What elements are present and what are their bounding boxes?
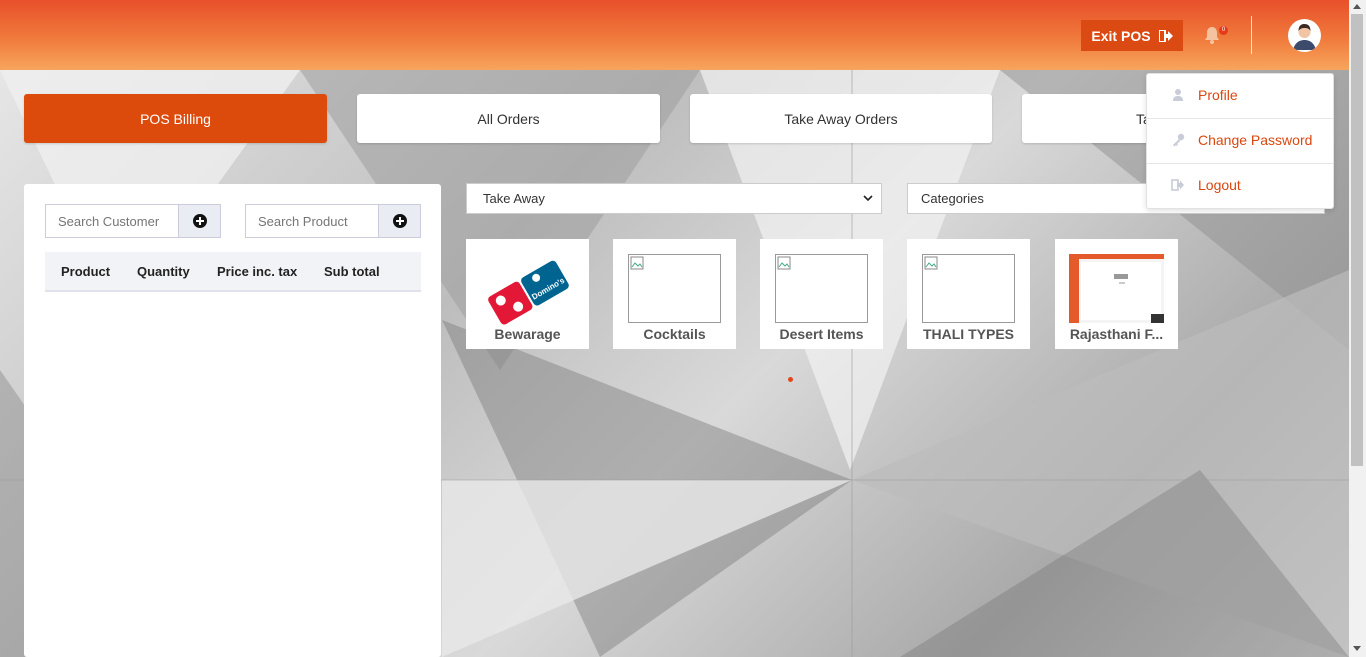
- key-icon: [1173, 133, 1185, 147]
- order-type-select[interactable]: Take Away: [466, 183, 882, 214]
- product-search-input[interactable]: [246, 205, 378, 237]
- user-dropdown-menu: Profile Change Password Logout: [1146, 73, 1334, 209]
- category-image: Domino's: [481, 254, 574, 327]
- add-product-button[interactable]: [378, 205, 420, 237]
- order-type-value: Take Away: [483, 191, 545, 206]
- tab-pos-billing[interactable]: POS Billing: [24, 94, 327, 143]
- header-divider: [1251, 16, 1252, 54]
- scroll-down-arrow-icon[interactable]: [1353, 646, 1361, 651]
- scroll-up-arrow-icon[interactable]: [1353, 4, 1361, 9]
- cart-table-header: Product Quantity Price inc. tax Sub tota…: [45, 252, 421, 292]
- menu-item-change-password[interactable]: Change Password: [1147, 119, 1333, 163]
- page-screenshot-image: [1069, 254, 1164, 323]
- category-card-rajasthani[interactable]: Rajasthani F...: [1055, 239, 1178, 349]
- product-search-group: [245, 204, 421, 238]
- plus-circle-icon: [392, 214, 407, 228]
- cart-panel: Product Quantity Price inc. tax Sub tota…: [24, 184, 441, 657]
- loading-indicator-dot: [788, 377, 793, 382]
- column-header-quantity: Quantity: [137, 264, 190, 279]
- menu-item-logout[interactable]: Logout: [1147, 164, 1333, 208]
- sign-out-icon: [1158, 29, 1173, 42]
- user-avatar[interactable]: [1288, 19, 1321, 52]
- category-label: Rajasthani F...: [1069, 326, 1164, 342]
- logout-icon: [1171, 179, 1184, 191]
- column-header-product: Product: [61, 264, 111, 279]
- category-label: Cocktails: [643, 326, 706, 342]
- notification-badge: 0: [1219, 26, 1228, 35]
- chevron-down-icon: [863, 195, 873, 202]
- menu-item-profile[interactable]: Profile: [1147, 74, 1333, 118]
- menu-item-label: Profile: [1198, 87, 1238, 103]
- category-image: [775, 254, 868, 323]
- exit-pos-button[interactable]: Exit POS: [1081, 20, 1183, 51]
- broken-image-icon: [630, 256, 644, 270]
- category-value: Categories: [921, 191, 984, 206]
- column-header-subtotal: Sub total: [324, 264, 380, 279]
- category-card-bewarage[interactable]: Domino's Bewarage: [466, 239, 589, 349]
- category-card-cocktails[interactable]: Cocktails: [613, 239, 736, 349]
- bell-icon[interactable]: [1204, 26, 1220, 44]
- category-card-desert-items[interactable]: Desert Items: [760, 239, 883, 349]
- category-label: THALI TYPES: [922, 326, 1014, 342]
- broken-image-icon: [777, 256, 791, 270]
- category-image: [922, 254, 1015, 323]
- column-header-price: Price inc. tax: [217, 264, 298, 279]
- scrollbar-thumb[interactable]: [1351, 14, 1363, 466]
- broken-image-icon: [924, 256, 938, 270]
- category-card-thali-types[interactable]: THALI TYPES: [907, 239, 1030, 349]
- menu-item-label: Logout: [1198, 177, 1241, 193]
- top-header: Exit POS 0: [0, 0, 1349, 70]
- dominos-logo-image: Domino's: [486, 258, 571, 327]
- menu-item-label: Change Password: [1198, 132, 1313, 148]
- category-label: Bewarage: [494, 326, 561, 342]
- plus-circle-icon: [192, 214, 207, 228]
- customer-search-group: [45, 204, 221, 238]
- category-image: [1069, 254, 1164, 323]
- user-icon: [1173, 89, 1183, 101]
- exit-pos-label: Exit POS: [1091, 27, 1151, 44]
- customer-search-input[interactable]: [46, 205, 178, 237]
- category-label: Desert Items: [779, 326, 864, 342]
- tab-take-away-orders[interactable]: Take Away Orders: [690, 94, 992, 143]
- avatar-icon: [1288, 19, 1321, 52]
- add-customer-button[interactable]: [178, 205, 220, 237]
- tab-all-orders[interactable]: All Orders: [357, 94, 660, 143]
- category-image: [628, 254, 721, 323]
- vertical-scrollbar[interactable]: [1349, 0, 1366, 657]
